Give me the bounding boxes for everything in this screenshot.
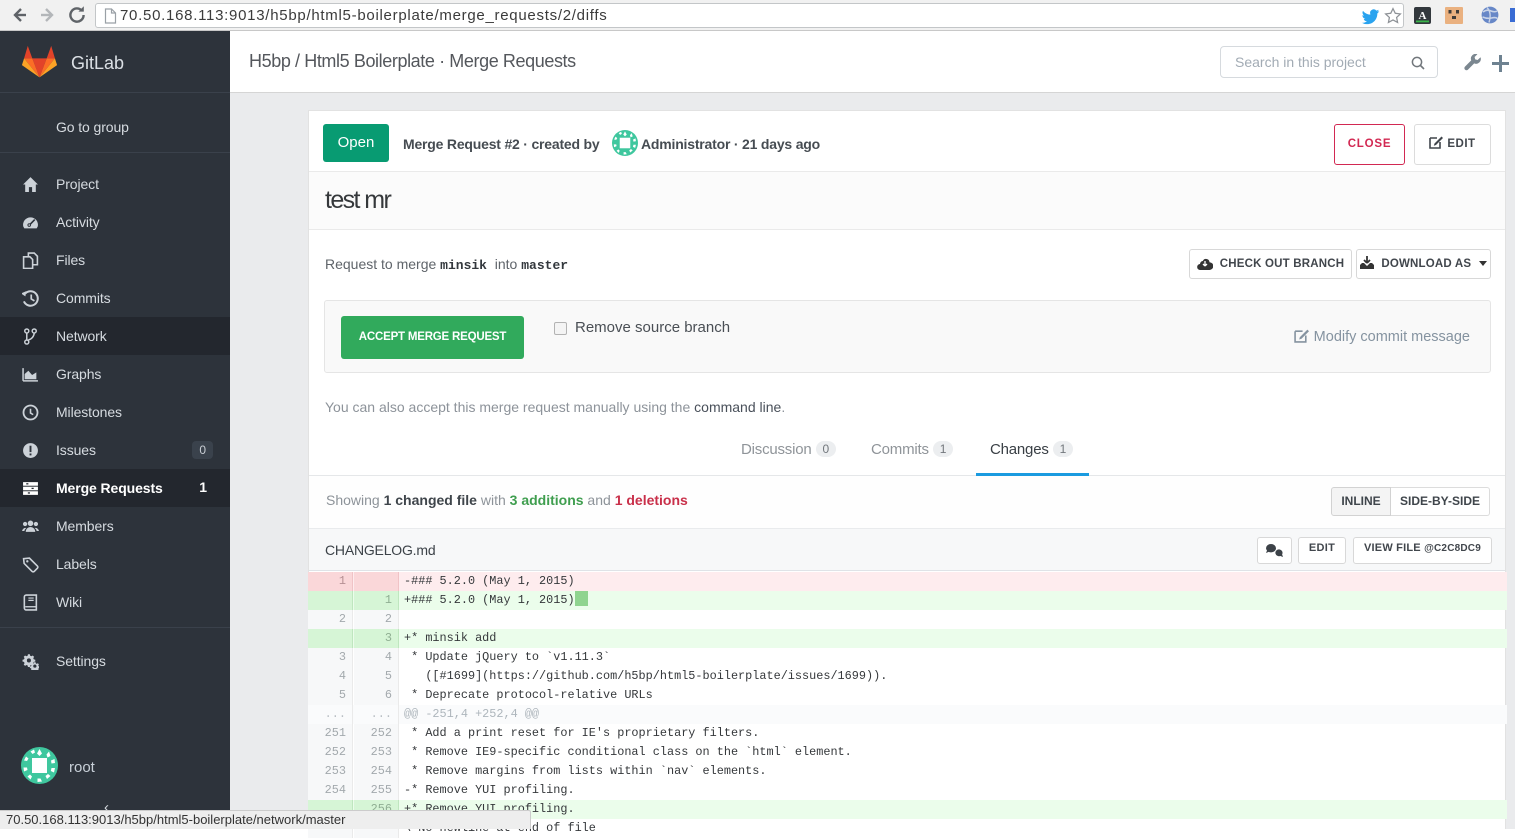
svg-text:A: A [1419,10,1427,22]
